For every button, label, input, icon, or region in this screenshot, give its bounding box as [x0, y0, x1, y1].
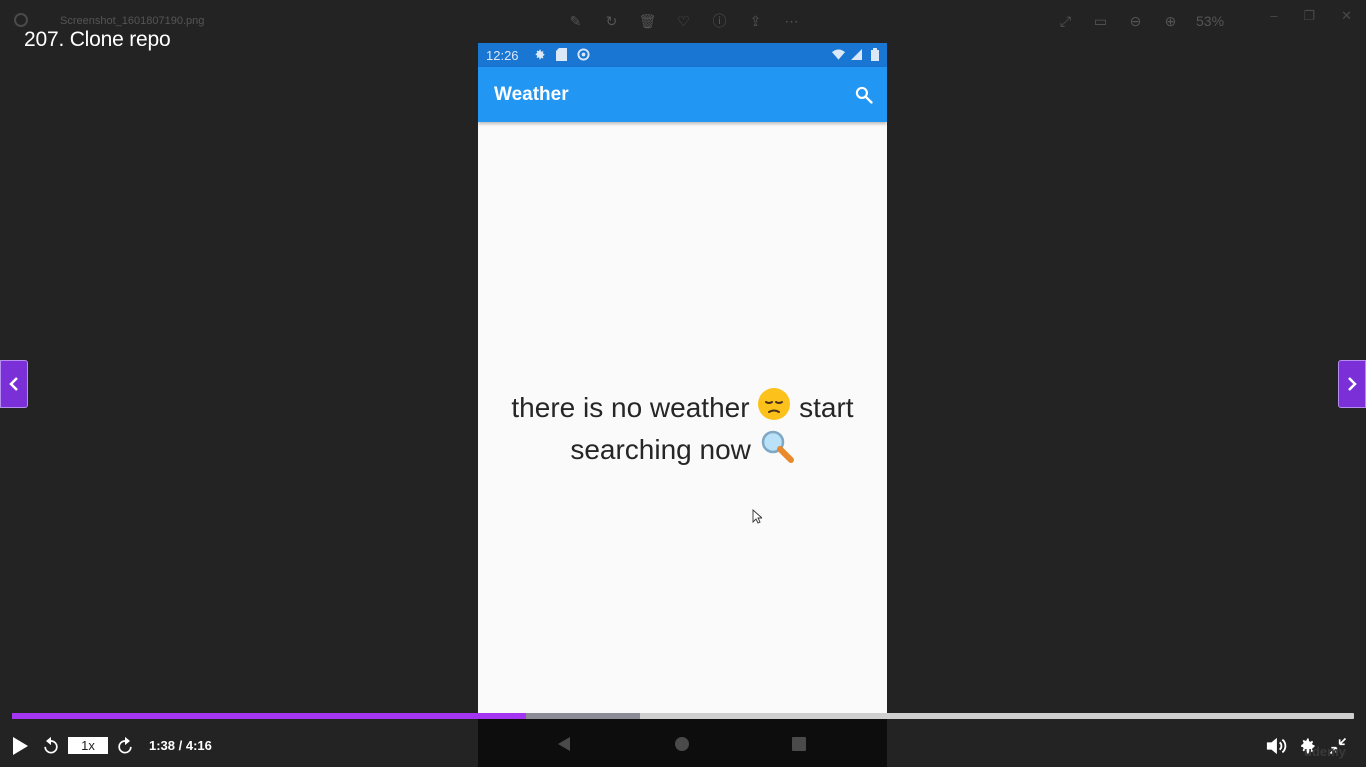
- android-status-bar: 12:26: [478, 43, 887, 67]
- minimize-icon: –: [1270, 8, 1278, 23]
- player-controls: 1x 1:38 / 4:16: [0, 728, 1366, 767]
- info-icon: ⓘ: [712, 13, 727, 29]
- next-lecture-button[interactable]: [1338, 360, 1366, 408]
- fullscreen-icon: ⤢: [1059, 12, 1072, 29]
- pensive-face-icon: [757, 387, 791, 429]
- sd-card-icon: [554, 47, 568, 61]
- signal-icon: [850, 47, 863, 61]
- sync-icon: [576, 47, 590, 61]
- empty-text-1: there is no weather: [511, 392, 750, 423]
- lecture-title: 207. Clone repo: [24, 28, 171, 51]
- photo-viewer-toolbar: Screenshot_1601807190.png ✎ ↻ 🗑 ♡ ⓘ ⇪ ⋯ …: [0, 0, 1366, 42]
- wifi-icon: [832, 47, 845, 61]
- empty-state-message: there is no weather start searching now: [488, 387, 877, 471]
- edit-icon: ✎: [569, 12, 582, 29]
- more-icon: ⋯: [784, 12, 799, 29]
- empty-text-2: start: [799, 392, 854, 423]
- previous-lecture-button[interactable]: [0, 360, 28, 408]
- search-icon[interactable]: [851, 82, 877, 108]
- zoom-level: 53%: [1196, 13, 1225, 29]
- viewer-zoom-tools: ⤢ ▭ ⊖ ⊕ 53%: [1056, 12, 1224, 30]
- time-display: 1:38 / 4:16: [149, 738, 212, 753]
- window-controls: – ❐ ✕: [1270, 8, 1352, 24]
- settings-icon: [532, 47, 546, 61]
- mouse-cursor-icon: [752, 509, 762, 524]
- play-button[interactable]: [8, 734, 32, 758]
- empty-text-3: searching now: [570, 434, 751, 465]
- photos-app-icon: [14, 13, 28, 27]
- forward-icon: [118, 736, 132, 754]
- viewer-filename: Screenshot_1601807190.png: [60, 15, 205, 27]
- chevron-left-icon: [9, 377, 18, 391]
- app-title: Weather: [494, 84, 569, 105]
- udemy-watermark: udemy: [1304, 744, 1346, 759]
- forward-button[interactable]: [113, 734, 137, 758]
- rotate-icon: ↻: [605, 12, 618, 29]
- play-icon: [13, 737, 28, 755]
- volume-icon: [1266, 737, 1287, 755]
- battery-icon: [868, 47, 881, 61]
- zoom-out-icon: ⊖: [1129, 12, 1142, 29]
- zoom-in-icon: ⊕: [1164, 12, 1177, 29]
- progress-bar[interactable]: [12, 713, 1354, 719]
- fit-icon: ▭: [1093, 12, 1108, 29]
- favorite-icon: ♡: [677, 12, 690, 29]
- close-icon: ✕: [1341, 8, 1352, 23]
- rewind-button[interactable]: [39, 734, 63, 758]
- rewind-icon: [44, 736, 58, 754]
- chevron-right-icon: [1348, 377, 1357, 391]
- viewer-tools: ✎ ↻ 🗑 ♡ ⓘ ⇪ ⋯: [566, 12, 801, 30]
- phone-screen: 12:26 Weather there is no weather start …: [478, 43, 887, 767]
- video-player: Screenshot_1601807190.png ✎ ↻ 🗑 ♡ ⓘ ⇪ ⋯ …: [0, 0, 1366, 767]
- delete-icon: 🗑: [638, 12, 657, 29]
- progress-played: [12, 713, 526, 719]
- volume-button[interactable]: [1264, 734, 1288, 758]
- playback-speed-button[interactable]: 1x: [68, 737, 108, 754]
- magnifier-emoji-icon: [759, 429, 795, 471]
- maximize-icon: ❐: [1303, 8, 1316, 23]
- status-time: 12:26: [486, 48, 519, 63]
- share-icon: ⇪: [749, 12, 762, 29]
- app-bar: Weather: [478, 67, 887, 122]
